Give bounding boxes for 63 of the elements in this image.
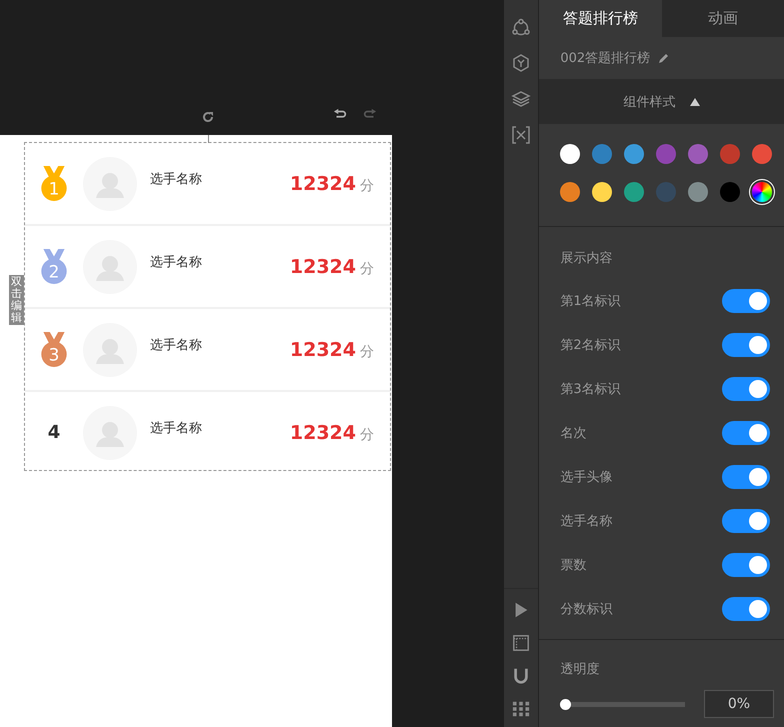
grid-icon[interactable]	[512, 700, 530, 718]
color-swatch[interactable]	[656, 182, 676, 202]
variable-icon[interactable]	[511, 125, 532, 145]
slider-thumb[interactable]	[560, 698, 572, 710]
toggle-switch[interactable]	[722, 333, 770, 357]
score-unit: 分	[360, 260, 374, 278]
toggle-label: 第2名标识	[560, 337, 621, 354]
magnet-icon[interactable]	[512, 667, 530, 685]
toggle-label: 第3名标识	[560, 381, 621, 398]
edit-hint[interactable]: 双击编辑	[9, 275, 24, 326]
opacity-label: 透明度	[560, 661, 600, 678]
color-swatch[interactable]	[624, 144, 644, 164]
toggle-switch[interactable]	[722, 421, 770, 445]
color-swatch[interactable]	[592, 144, 612, 164]
collapse-icon	[690, 98, 700, 106]
toggle-switch[interactable]	[722, 509, 770, 533]
score-unit: 分	[360, 176, 374, 194]
toggle-label: 分数标识	[560, 601, 612, 618]
toggle-switch[interactable]	[722, 597, 770, 621]
toggle-label: 票数	[560, 557, 586, 574]
cube-icon[interactable]	[511, 53, 532, 73]
toggle-switch[interactable]	[722, 465, 770, 489]
color-picker[interactable]	[752, 182, 772, 202]
section-header[interactable]: 组件样式	[539, 79, 784, 124]
toggle-label: 选手名称	[560, 513, 612, 530]
color-swatch[interactable]	[560, 182, 580, 202]
score-value: 12324	[290, 338, 356, 360]
player-name: 选手名称	[150, 336, 203, 354]
section-title: 组件样式	[624, 94, 676, 110]
player-name: 选手名称	[150, 420, 203, 436]
color-swatch[interactable]	[688, 182, 708, 202]
toggle-label: 选手头像	[560, 469, 612, 486]
component-name: 002答题排行榜	[560, 50, 650, 67]
frame-icon[interactable]	[512, 634, 530, 652]
player-name: 选手名称	[150, 170, 203, 188]
player-name: 选手名称	[150, 254, 203, 270]
color-swatch[interactable]	[688, 144, 708, 164]
toggle-label: 名次	[560, 425, 586, 442]
score-unit: 分	[360, 426, 374, 444]
rank-number: 4	[46, 422, 62, 443]
toggle-label: 第1名标识	[560, 293, 621, 310]
score-unit: 分	[360, 342, 374, 360]
section-title: 展示内容	[560, 250, 614, 267]
color-swatch[interactable]	[720, 144, 740, 164]
color-swatch[interactable]	[752, 144, 772, 164]
panel-tab[interactable]: 动画	[662, 0, 784, 37]
color-swatch[interactable]	[624, 182, 644, 202]
opacity-field[interactable]: 0%	[704, 690, 774, 718]
panel-tab[interactable]: 答题排行榜	[539, 0, 662, 37]
layers-icon[interactable]	[511, 89, 532, 109]
color-swatch[interactable]	[560, 144, 580, 164]
rotate-icon[interactable]	[200, 109, 216, 125]
share-icon[interactable]	[511, 17, 532, 37]
color-swatch[interactable]	[592, 182, 612, 202]
color-swatch[interactable]	[720, 182, 740, 202]
toggle-switch[interactable]	[722, 289, 770, 313]
toggle-switch[interactable]	[722, 553, 770, 577]
toggle-switch[interactable]	[722, 377, 770, 401]
color-swatch[interactable]	[656, 144, 676, 164]
score-value: 12324	[290, 256, 356, 278]
score-value: 12324	[290, 422, 356, 444]
edit-icon[interactable]	[658, 52, 670, 64]
score-value: 12324	[290, 172, 356, 194]
